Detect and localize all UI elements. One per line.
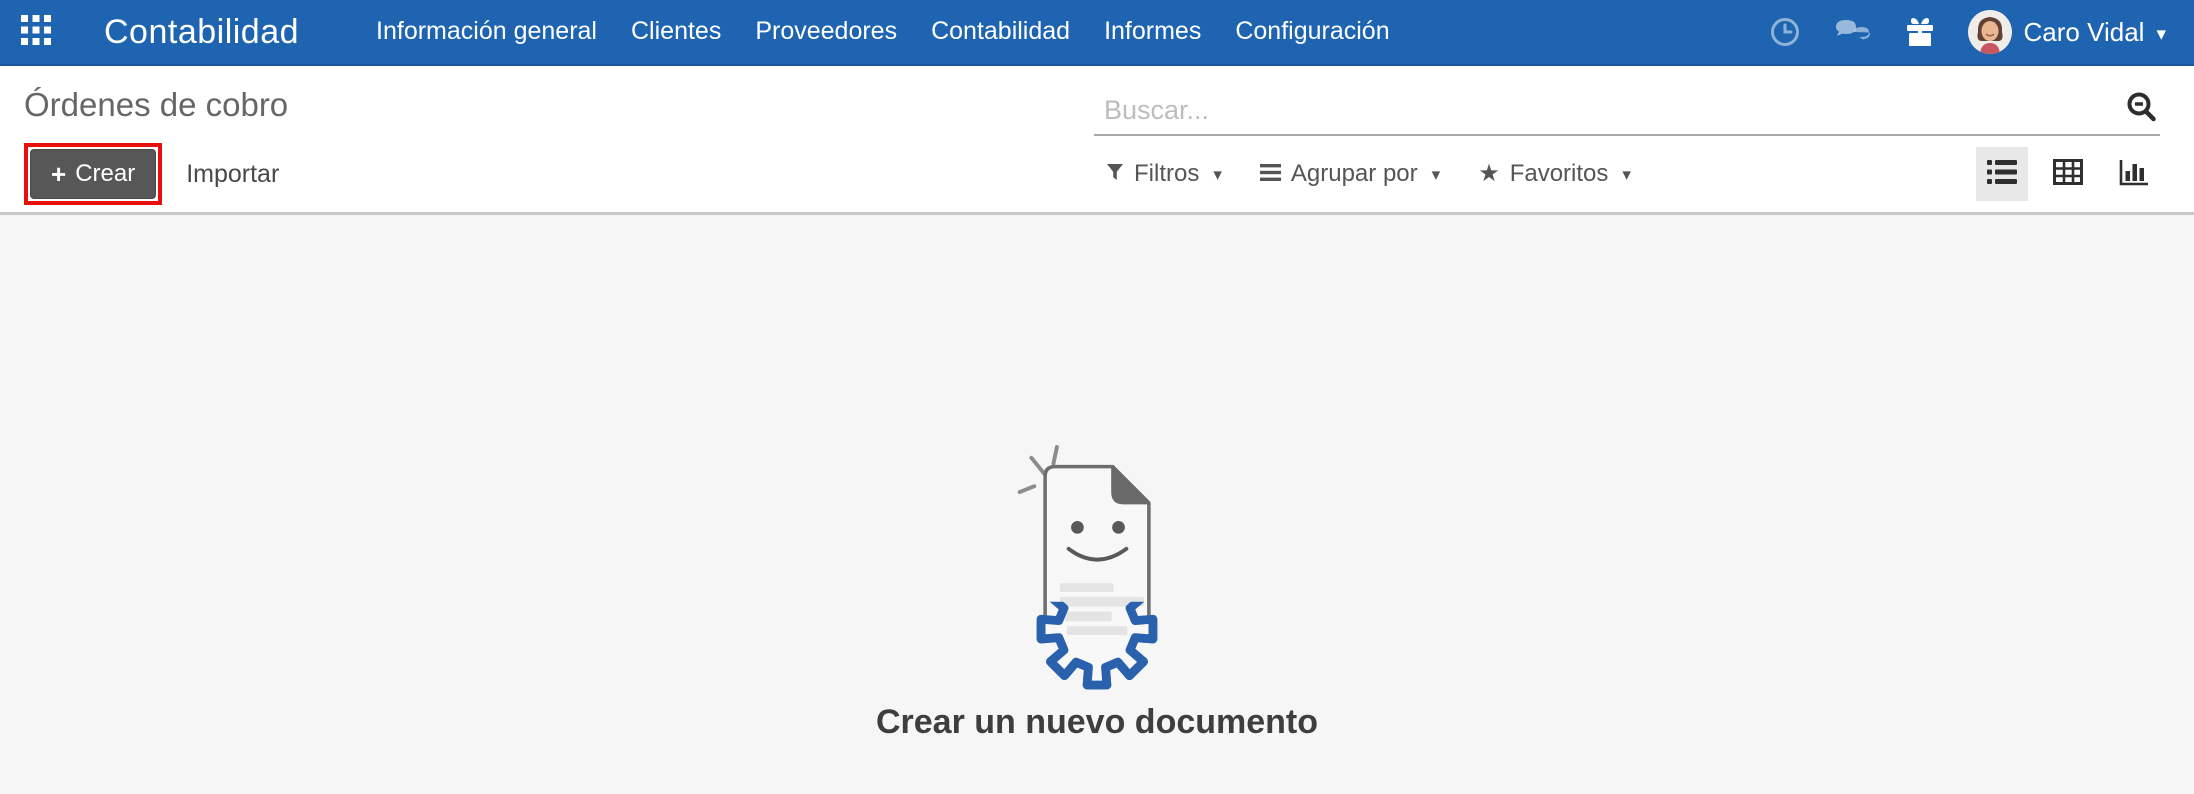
apps-menu-button[interactable] xyxy=(20,14,52,50)
plus-icon: + xyxy=(51,159,67,189)
list-view-button[interactable] xyxy=(1976,147,2028,201)
favorites-label: Favoritos xyxy=(1509,160,1609,187)
user-avatar xyxy=(1967,10,2012,54)
create-button[interactable]: + Crear xyxy=(30,149,157,199)
table-view-button[interactable] xyxy=(2042,147,2094,201)
control-panel: Órdenes de cobro + Crear Importar xyxy=(0,66,2194,215)
menu-item-proveedores[interactable]: Proveedores xyxy=(738,0,914,65)
menu-item-informacion-general[interactable]: Información general xyxy=(359,0,614,65)
apps-grid-icon xyxy=(21,14,51,50)
filters-dropdown[interactable]: Filtros ▾ xyxy=(1106,160,1222,188)
page-title: Órdenes de cobro xyxy=(24,86,289,123)
favorites-dropdown[interactable]: ★ Favoritos ▾ xyxy=(1478,160,1631,188)
bar-chart-view-icon xyxy=(2119,158,2149,191)
empty-state-illustration xyxy=(1004,437,1190,699)
view-switcher xyxy=(1976,147,2160,201)
systray: Caro Vidal ▾ xyxy=(1770,10,2166,54)
main-menu: Información general Clientes Proveedores… xyxy=(359,0,1407,65)
filter-bar: Filtros ▾ Agrupar por ▾ ★ Favoritos ▾ xyxy=(1094,136,2160,212)
chevron-down-icon: ▾ xyxy=(1622,164,1631,184)
import-link[interactable]: Importar xyxy=(186,160,279,189)
empty-state-message: Crear un nuevo documento xyxy=(875,703,1319,741)
group-by-dropdown[interactable]: Agrupar por ▾ xyxy=(1259,160,1441,188)
search-bar xyxy=(1094,91,2160,136)
chevron-down-icon: ▾ xyxy=(2156,23,2166,45)
search-input[interactable] xyxy=(1104,91,2126,130)
user-name: Caro Vidal xyxy=(2023,16,2145,47)
menu-item-clientes[interactable]: Clientes xyxy=(614,0,738,65)
activities-clock-icon[interactable] xyxy=(1770,17,1800,47)
chevron-down-icon: ▾ xyxy=(1213,164,1222,184)
menu-item-configuracion[interactable]: Configuración xyxy=(1218,0,1406,65)
create-button-highlight: + Crear xyxy=(24,143,163,205)
app-brand-title[interactable]: Contabilidad xyxy=(104,13,299,52)
menu-item-contabilidad[interactable]: Contabilidad xyxy=(914,0,1087,65)
chevron-down-icon: ▾ xyxy=(1431,164,1441,184)
main-content: Crear un nuevo documento xyxy=(0,215,2194,792)
funnel-icon xyxy=(1106,160,1124,188)
menu-item-informes[interactable]: Informes xyxy=(1087,0,1218,65)
group-by-label: Agrupar por xyxy=(1290,160,1418,187)
top-navbar: Contabilidad Información general Cliente… xyxy=(0,0,2194,66)
magnifier-icon[interactable] xyxy=(2126,91,2158,130)
list-lines-icon xyxy=(1259,160,1281,188)
chart-view-button[interactable] xyxy=(2108,147,2160,201)
eye-left xyxy=(1071,520,1084,534)
messages-chat-icon[interactable] xyxy=(1834,17,1872,47)
toolbar: + Crear Importar xyxy=(24,136,1094,212)
list-view-icon xyxy=(1987,159,2017,190)
create-button-label: Crear xyxy=(75,160,136,187)
user-menu[interactable]: Caro Vidal ▾ xyxy=(1967,10,2166,54)
gift-icon[interactable] xyxy=(1906,17,1934,47)
document-fold-corner xyxy=(1111,465,1151,505)
star-icon: ★ xyxy=(1478,160,1500,187)
filters-label: Filtros xyxy=(1134,160,1200,187)
eye-right xyxy=(1112,520,1125,534)
table-view-icon xyxy=(2053,158,2083,190)
